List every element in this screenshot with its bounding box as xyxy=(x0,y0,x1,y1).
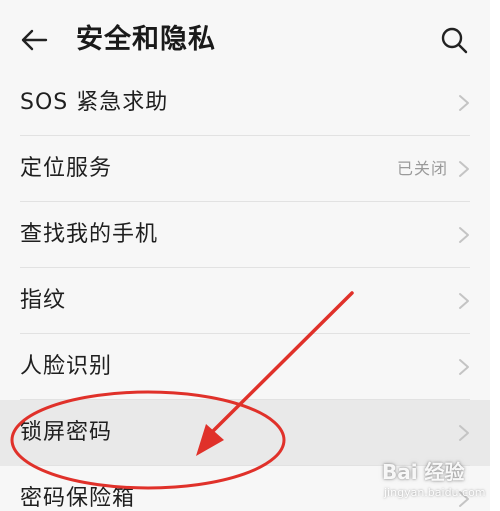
back-button[interactable] xyxy=(14,22,54,58)
search-icon xyxy=(441,27,468,54)
watermark: Bai 经验 jingyan.baidu.com xyxy=(382,456,494,506)
screen-edge xyxy=(490,0,500,511)
settings-row-fingerprint[interactable]: 指纹 xyxy=(0,268,490,334)
settings-list: SOS 紧急求助 定位服务 已关闭 查找我的手机 指纹 人脸识别 锁屏密码 密码… xyxy=(0,70,490,511)
chevron-right-icon xyxy=(459,95,469,111)
row-label: 密码保险箱 xyxy=(20,486,136,511)
header-bar: 安全和隐私 xyxy=(0,0,490,78)
arrow-left-icon xyxy=(21,29,48,51)
chevron-right-icon xyxy=(459,161,469,177)
row-label: 锁屏密码 xyxy=(20,420,113,445)
row-label: 定位服务 xyxy=(20,156,113,181)
settings-row-sos[interactable]: SOS 紧急求助 xyxy=(0,70,490,136)
settings-screen: 安全和隐私 SOS 紧急求助 定位服务 已关闭 查找我的手机 指纹 人脸识别 锁… xyxy=(0,0,500,511)
search-button[interactable] xyxy=(434,20,474,60)
chevron-right-icon xyxy=(459,359,469,375)
page-title: 安全和隐私 xyxy=(76,24,216,55)
row-label: 指纹 xyxy=(20,288,67,313)
row-label: 人脸识别 xyxy=(20,354,113,379)
watermark-url: jingyan.baidu.com xyxy=(384,486,486,499)
row-label: SOS 紧急求助 xyxy=(20,90,169,115)
status-text: 已关闭 xyxy=(396,159,448,178)
settings-row-location[interactable]: 定位服务 已关闭 xyxy=(0,136,490,202)
chevron-right-icon xyxy=(459,227,469,243)
row-label: 查找我的手机 xyxy=(20,222,159,247)
chevron-right-icon xyxy=(459,293,469,309)
watermark-logo: Bai 经验 xyxy=(382,460,465,484)
settings-row-find-phone[interactable]: 查找我的手机 xyxy=(0,202,490,268)
chevron-right-icon xyxy=(459,425,469,441)
settings-row-face-recognition[interactable]: 人脸识别 xyxy=(0,334,490,400)
